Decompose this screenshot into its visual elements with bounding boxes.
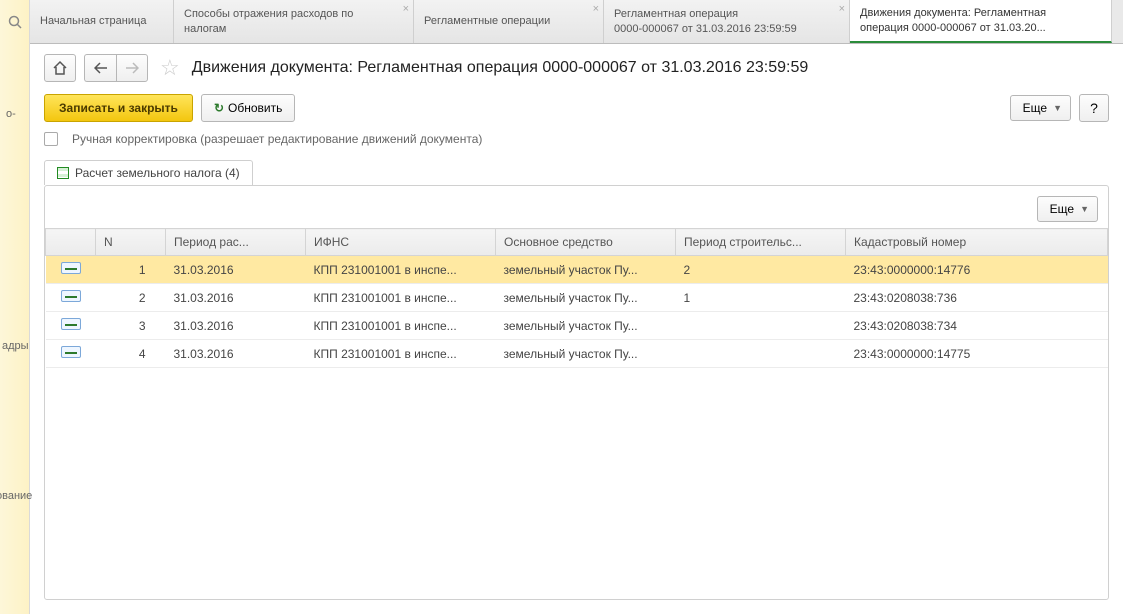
app-tab[interactable]: Движения документа: Регламентнаяоперация… [850,0,1112,43]
sidebar-fragment: о- [6,108,16,120]
cell[interactable]: земельный участок Пу... [496,284,676,312]
cell[interactable] [46,312,96,340]
cell[interactable]: 31.03.2016 [166,340,306,368]
cell[interactable]: 31.03.2016 [166,312,306,340]
col-period[interactable]: Период рас... [166,229,306,256]
record-tabs: Расчет земельного налога (4) [30,160,1123,185]
tab-label-line: Начальная страница [40,14,163,29]
cell[interactable]: КПП 231001001 в инспе... [306,312,496,340]
col-os[interactable]: Основное средство [496,229,676,256]
record-type-icon [61,262,81,274]
refresh-button[interactable]: ↻ Обновить [201,94,295,122]
table-row[interactable]: 131.03.2016КПП 231001001 в инспе...земел… [46,256,1108,284]
cell[interactable]: земельный участок Пу... [496,312,676,340]
manual-edit-checkbox[interactable] [44,132,58,146]
chevron-down-icon: ▼ [1053,103,1062,113]
records-table[interactable]: N Период рас... ИФНС Основное средство П… [45,228,1108,368]
cell[interactable]: 4 [96,340,166,368]
cell[interactable] [676,340,846,368]
app-tab[interactable]: Начальная страница [30,0,174,43]
table-row[interactable]: 431.03.2016КПП 231001001 в инспе...земел… [46,340,1108,368]
sidebar-fragment: ование [0,490,32,502]
col-n[interactable]: N [96,229,166,256]
more-label: Еще [1023,101,1047,115]
left-sidebar: о- адры ование [0,0,30,614]
tab-label-line: Движения документа: Регламентная [860,6,1101,21]
tab-label-line: Регламентные операции [424,14,593,29]
tab-label-line: Регламентная операция [614,7,839,22]
close-icon[interactable]: × [403,3,409,15]
cell[interactable]: 31.03.2016 [166,256,306,284]
cell[interactable]: 23:43:0208038:736 [846,284,1108,312]
manual-edit-row: Ручная корректировка (разрешает редактир… [30,126,1123,160]
tab-label-line: налогам [184,22,403,37]
more-button[interactable]: Еще ▼ [1010,95,1071,121]
cell[interactable]: 2 [96,284,166,312]
cell[interactable]: 1 [676,284,846,312]
command-bar: Записать и закрыть ↻ Обновить Еще ▼ ? [30,82,1123,126]
cell[interactable]: 1 [96,256,166,284]
refresh-icon: ↻ [214,101,224,115]
records-panel: Еще ▼ N Период рас... ИФНС Основное сред… [44,185,1109,600]
page-header: ☆ Движения документа: Регламентная опера… [30,44,1123,82]
cell[interactable]: 23:43:0208038:734 [846,312,1108,340]
cell[interactable]: 3 [96,312,166,340]
chevron-down-icon: ▼ [1080,204,1089,214]
home-button[interactable] [44,54,76,82]
record-tab-land-tax[interactable]: Расчет земельного налога (4) [44,160,253,185]
record-type-icon [61,346,81,358]
app-tab[interactable]: Способы отражения расходов поналогам× [174,0,414,43]
cell[interactable]: 31.03.2016 [166,284,306,312]
refresh-label: Обновить [228,101,282,115]
cell[interactable]: 23:43:0000000:14775 [846,340,1108,368]
cell[interactable]: 2 [676,256,846,284]
record-tab-label: Расчет земельного налога (4) [75,166,240,180]
table-row[interactable]: 231.03.2016КПП 231001001 в инспе...земел… [46,284,1108,312]
cell[interactable] [46,284,96,312]
cell[interactable] [676,312,846,340]
more-label: Еще [1050,202,1074,216]
record-type-icon [61,318,81,330]
col-kn[interactable]: Кадастровый номер [846,229,1108,256]
page-title: Движения документа: Регламентная операци… [192,59,809,77]
cell[interactable] [46,256,96,284]
col-ps[interactable]: Период строительс... [676,229,846,256]
col-ifns[interactable]: ИФНС [306,229,496,256]
cell[interactable]: земельный участок Пу... [496,256,676,284]
search-icon[interactable] [5,12,25,32]
col-icon[interactable] [46,229,96,256]
app-tab[interactable]: Регламентная операция0000-000067 от 31.0… [604,0,850,43]
cell[interactable]: 23:43:0000000:14776 [846,256,1108,284]
record-type-icon [61,290,81,302]
close-icon[interactable]: × [593,3,599,15]
tab-label-line: Способы отражения расходов по [184,7,403,22]
close-icon[interactable]: × [839,3,845,15]
manual-edit-label: Ручная корректировка (разрешает редактир… [72,132,482,146]
app-tabs: Начальная страница Способы отражения расх… [30,0,1123,44]
nav-group [84,54,148,82]
cell[interactable]: КПП 231001001 в инспе... [306,340,496,368]
tab-label-line: 0000-000067 от 31.03.2016 23:59:59 [614,22,839,37]
grid-icon [57,167,69,179]
app-tab[interactable]: Регламентные операции× [414,0,604,43]
sidebar-fragment: адры [2,340,29,352]
save-and-close-button[interactable]: Записать и закрыть [44,94,193,122]
favorite-star-icon[interactable]: ☆ [160,55,180,81]
cell[interactable]: КПП 231001001 в инспе... [306,256,496,284]
forward-button[interactable] [116,54,148,82]
back-button[interactable] [84,54,116,82]
help-button[interactable]: ? [1079,94,1109,122]
panel-more-button[interactable]: Еще ▼ [1037,196,1098,222]
table-row[interactable]: 331.03.2016КПП 231001001 в инспе...земел… [46,312,1108,340]
tab-label-line: операция 0000-000067 от 31.03.20... [860,21,1101,36]
cell[interactable]: земельный участок Пу... [496,340,676,368]
cell[interactable]: КПП 231001001 в инспе... [306,284,496,312]
cell[interactable] [46,340,96,368]
